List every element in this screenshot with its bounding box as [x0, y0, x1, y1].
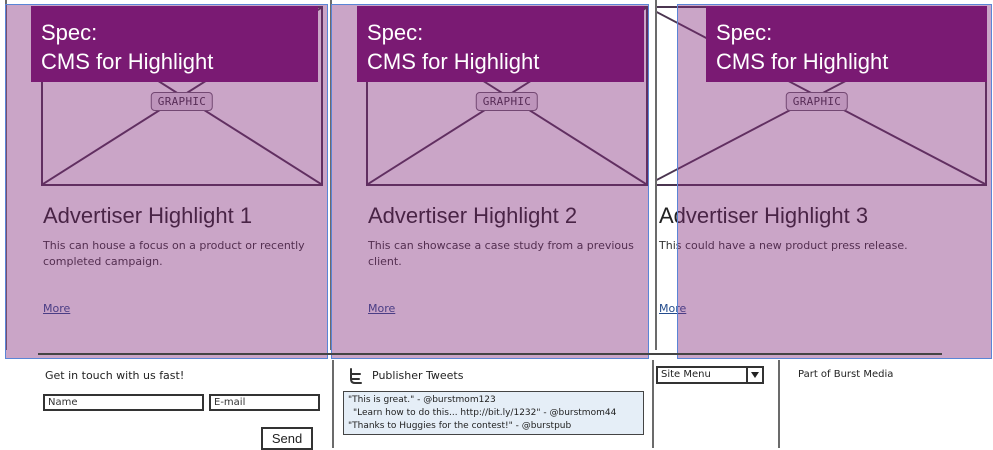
spec-banner-3: Spec: CMS for Highlight — [706, 6, 987, 82]
chevron-down-icon[interactable] — [746, 368, 762, 382]
email-field[interactable]: E-mail — [209, 394, 320, 411]
spec-banner-1: Spec: CMS for Highlight — [31, 6, 318, 82]
tweet-item: "Learn how to do this... http://bit.ly/1… — [353, 408, 617, 418]
send-button[interactable]: Send — [261, 427, 313, 450]
spec-banner-label: Spec: — [716, 20, 773, 45]
twitter-icon — [348, 368, 362, 384]
spec-banner-2: Spec: CMS for Highlight — [357, 6, 644, 82]
contact-heading: Get in touch with us fast! — [45, 369, 185, 382]
tweet-item: "This is great." - @burstmom123 — [348, 395, 496, 405]
contact-section: Get in touch with us fast! Name E-mail S… — [5, 360, 325, 450]
spec-banner-text: CMS for Highlight — [367, 49, 540, 74]
spec-banner-text: CMS for Highlight — [716, 49, 889, 74]
tweets-section: Publisher Tweets "This is great." - @bur… — [332, 360, 650, 448]
footer-divider — [38, 353, 942, 355]
spec-banner-text: CMS for Highlight — [41, 49, 214, 74]
spec-banner-label: Spec: — [41, 20, 98, 45]
site-menu-dropdown[interactable]: Site Menu — [656, 366, 764, 384]
tweet-list: "This is great." - @burstmom123 "Learn h… — [343, 391, 644, 435]
spec-banner-label: Spec: — [367, 20, 424, 45]
part-of-section: Part of Burst Media — [778, 360, 990, 448]
site-menu-value: Site Menu — [661, 369, 711, 380]
site-menu-section: Site Menu — [652, 360, 778, 448]
part-of-text: Part of Burst Media — [798, 369, 894, 380]
tweet-item: "Thanks to Huggies for the contest!" - @… — [348, 421, 572, 431]
tweets-heading: Publisher Tweets — [372, 369, 464, 382]
name-field[interactable]: Name — [43, 394, 204, 411]
